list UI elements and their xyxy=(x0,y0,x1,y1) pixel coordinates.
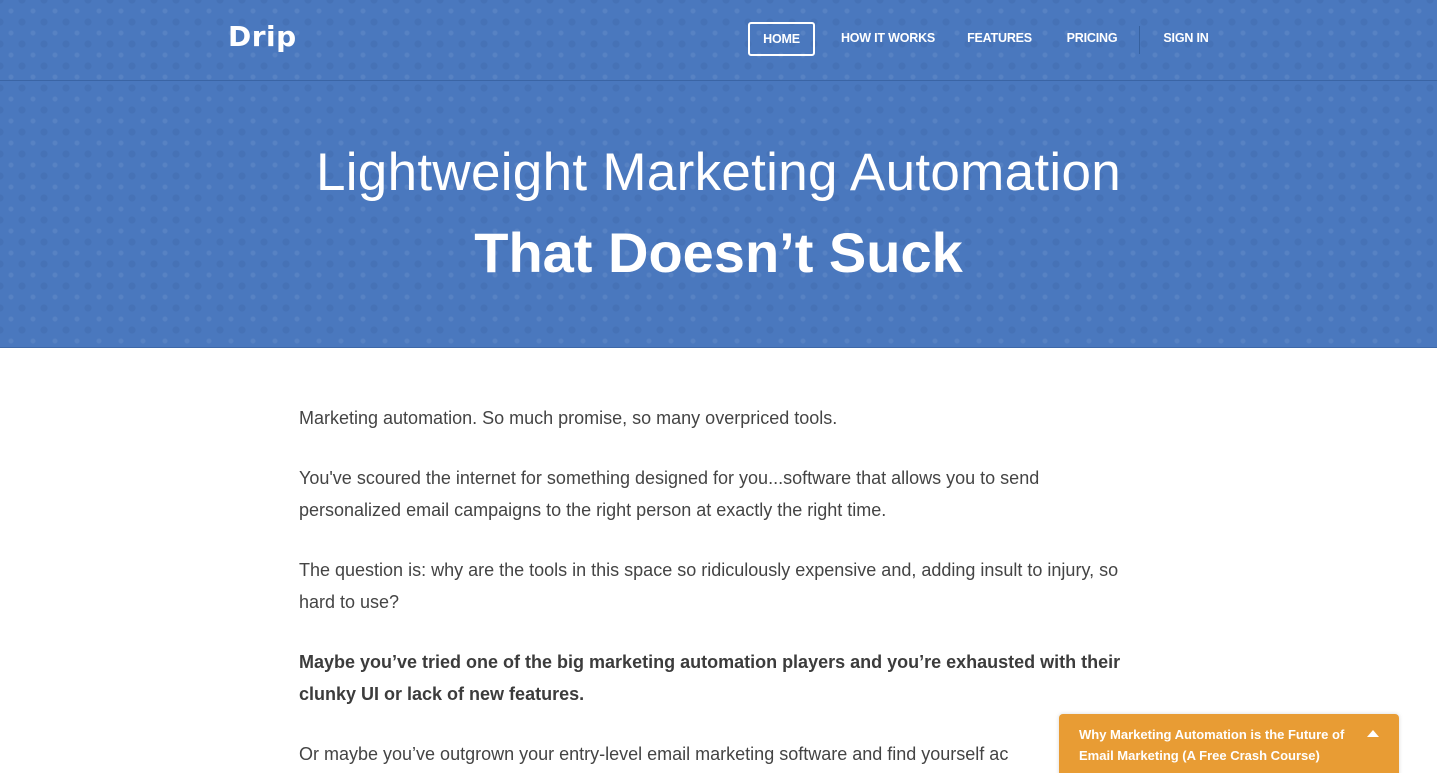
nav-home-link[interactable]: HOME xyxy=(748,22,815,56)
nav-how-it-works-link[interactable]: HOW IT WORKS xyxy=(838,22,938,56)
paragraph-3: The question is: why are the tools in th… xyxy=(299,560,1119,612)
navbar: Drip HOME HOW IT WORKS FEATURES PRICING … xyxy=(0,0,1437,81)
paragraph-2: You've scoured the internet for somethin… xyxy=(299,468,1040,520)
hero-title-line2: That Doesn’t Suck xyxy=(474,221,963,284)
drip-logo[interactable]: Drip xyxy=(228,20,297,53)
nav-divider xyxy=(1139,26,1140,54)
crash-course-popup[interactable]: Why Marketing Automation is the Future o… xyxy=(1059,714,1399,773)
paragraph-4: Maybe you’ve tried one of the big market… xyxy=(299,652,1121,704)
nav-sign-in-link[interactable]: SIGN IN xyxy=(1157,22,1215,56)
popup-title[interactable]: Why Marketing Automation is the Future o… xyxy=(1079,727,1344,763)
paragraph-5: Or maybe you’ve outgrown your entry-leve… xyxy=(299,744,1009,764)
caret-up-icon[interactable] xyxy=(1367,730,1379,737)
nav-features-link[interactable]: FEATURES xyxy=(963,22,1036,56)
hero-banner: Drip HOME HOW IT WORKS FEATURES PRICING … xyxy=(0,0,1437,348)
hero-title-line1: Lightweight Marketing Automation xyxy=(315,143,1122,202)
nav-pricing-link[interactable]: PRICING xyxy=(1060,22,1124,56)
main-content: Marketing automation. So much promise, s… xyxy=(299,402,1139,773)
paragraph-1: Marketing automation. So much promise, s… xyxy=(299,408,838,428)
